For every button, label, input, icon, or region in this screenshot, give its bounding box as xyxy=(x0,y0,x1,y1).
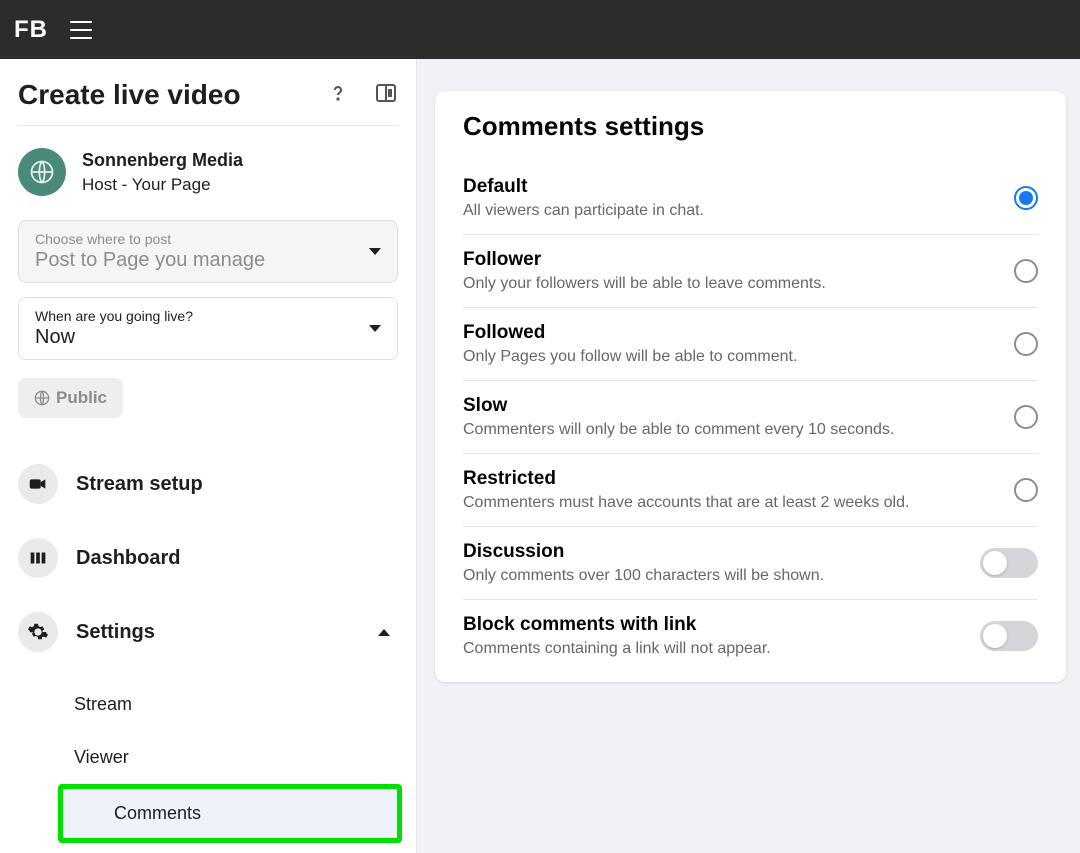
card-title: Comments settings xyxy=(463,111,1038,142)
option-desc: Only Pages you follow will be able to co… xyxy=(463,348,797,366)
option-desc: Comments containing a link will not appe… xyxy=(463,640,771,658)
option-desc: Commenters will only be able to comment … xyxy=(463,421,894,439)
post-select-label: Choose where to post xyxy=(35,231,265,247)
radio-restricted[interactable] xyxy=(1014,478,1038,502)
option-followed[interactable]: Followed Only Pages you follow will be a… xyxy=(463,308,1038,381)
logo: FB xyxy=(14,16,48,44)
comments-settings-card: Comments settings Default All viewers ca… xyxy=(435,91,1066,682)
post-destination-select[interactable]: Choose where to post Post to Page you ma… xyxy=(18,220,398,283)
go-live-time-select[interactable]: When are you going live? Now xyxy=(18,297,398,360)
nav-stream-setup[interactable]: Stream setup xyxy=(18,456,398,512)
profile-name: Sonnenberg Media xyxy=(82,150,243,171)
page-title: Create live video xyxy=(18,79,241,111)
nav-label: Settings xyxy=(76,621,360,644)
option-title: Followed xyxy=(463,322,797,344)
nav-label: Dashboard xyxy=(76,547,398,570)
option-title: Default xyxy=(463,176,704,198)
nav-dashboard[interactable]: Dashboard xyxy=(18,530,398,586)
option-slow[interactable]: Slow Commenters will only be able to com… xyxy=(463,381,1038,454)
option-discussion[interactable]: Discussion Only comments over 100 charac… xyxy=(463,527,1038,600)
chevron-down-icon xyxy=(369,325,381,332)
option-follower[interactable]: Follower Only your followers will be abl… xyxy=(463,235,1038,308)
subnav-viewer[interactable]: Viewer xyxy=(18,731,398,784)
profile-subtitle: Host - Your Page xyxy=(82,175,243,195)
panel-toggle-icon[interactable] xyxy=(374,81,398,110)
subnav-live-tab[interactable]: Live tab xyxy=(18,843,398,853)
option-desc: Commenters must have accounts that are a… xyxy=(463,494,909,512)
main-panel: Comments settings Default All viewers ca… xyxy=(417,59,1080,853)
nav-label: Stream setup xyxy=(76,473,398,496)
time-select-label: When are you going live? xyxy=(35,308,193,324)
camera-icon xyxy=(18,464,58,504)
toggle-block-link[interactable] xyxy=(980,621,1038,651)
radio-default[interactable] xyxy=(1014,186,1038,210)
option-title: Discussion xyxy=(463,541,824,563)
sidebar: Create live video Sonnenberg Media Host … xyxy=(0,59,417,853)
radio-follower[interactable] xyxy=(1014,259,1038,283)
privacy-label: Public xyxy=(56,388,107,408)
option-title: Block comments with link xyxy=(463,614,771,636)
gear-icon xyxy=(18,612,58,652)
option-block-link[interactable]: Block comments with link Comments contai… xyxy=(463,600,1038,672)
topbar: FB xyxy=(0,0,1080,59)
dashboard-icon xyxy=(18,538,58,578)
chevron-down-icon xyxy=(369,248,381,255)
chevron-up-icon xyxy=(378,629,390,636)
profile-row: Sonnenberg Media Host - Your Page xyxy=(18,148,398,196)
subnav-comments[interactable]: Comments xyxy=(58,784,402,843)
option-desc: Only your followers will be able to leav… xyxy=(463,275,826,293)
option-title: Slow xyxy=(463,395,894,417)
time-select-value: Now xyxy=(35,326,193,349)
help-icon[interactable] xyxy=(326,81,350,110)
option-restricted[interactable]: Restricted Commenters must have accounts… xyxy=(463,454,1038,527)
option-default[interactable]: Default All viewers can participate in c… xyxy=(463,162,1038,235)
radio-followed[interactable] xyxy=(1014,332,1038,356)
option-title: Restricted xyxy=(463,468,909,490)
radio-slow[interactable] xyxy=(1014,405,1038,429)
option-desc: Only comments over 100 characters will b… xyxy=(463,567,824,585)
option-title: Follower xyxy=(463,249,826,271)
post-select-value: Post to Page you manage xyxy=(35,249,265,272)
subnav-stream[interactable]: Stream xyxy=(18,678,398,731)
toggle-discussion[interactable] xyxy=(980,548,1038,578)
privacy-button[interactable]: Public xyxy=(18,378,123,418)
option-desc: All viewers can participate in chat. xyxy=(463,202,704,220)
avatar xyxy=(18,148,66,196)
hamburger-menu-icon[interactable] xyxy=(70,21,92,39)
nav-settings[interactable]: Settings xyxy=(18,604,398,660)
globe-icon xyxy=(34,390,50,406)
